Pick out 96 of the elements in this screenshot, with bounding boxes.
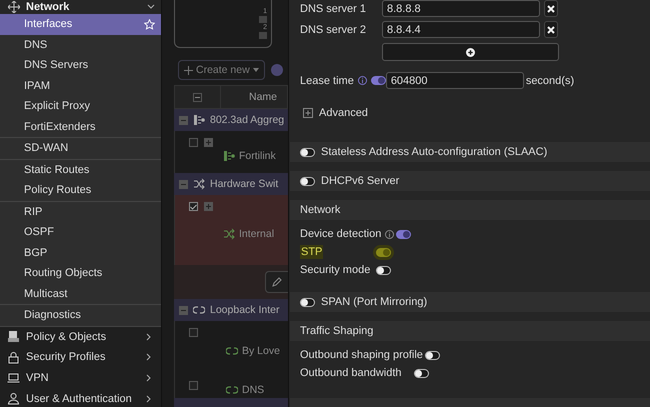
port-icon — [259, 16, 267, 23]
row-checkbox[interactable] — [189, 381, 198, 390]
sidebar-item[interactable]: RIP — [0, 202, 161, 222]
chevron-icon — [145, 374, 153, 382]
plus-icon — [184, 66, 193, 74]
sidebar-item[interactable]: OSPF — [0, 222, 161, 242]
group-label: Hardware Swit — [210, 178, 278, 190]
setting-label: STP — [300, 245, 324, 259]
toggle-switch[interactable] — [300, 148, 315, 156]
collapse-toggle[interactable] — [179, 306, 188, 314]
sidebar-item[interactable]: Diagnostics — [0, 305, 161, 326]
dns-server-field[interactable]: 8.8.8.8 — [382, 0, 540, 17]
padlock-icon — [7, 350, 20, 364]
sidebar-item[interactable]: DNS — [0, 34, 161, 55]
sidebar-item[interactable]: DNS Servers — [0, 55, 161, 76]
interface-name[interactable]: Internal — [239, 228, 274, 240]
field-label: DNS server 2 — [300, 24, 368, 36]
expand-button[interactable] — [204, 202, 213, 211]
sidebar-item[interactable]: Policy Routes — [0, 180, 161, 200]
collapse-toggle[interactable] — [179, 180, 188, 188]
pencil-icon — [272, 277, 282, 287]
create-new-button[interactable]: Create new — [178, 60, 265, 80]
port-icon — [259, 32, 267, 39]
laptop-icon — [7, 371, 20, 384]
sidebar-item[interactable]: FortiExtenders — [0, 116, 161, 137]
unit-label: second(s) — [526, 74, 574, 86]
setting-label: Device detection — [300, 228, 382, 240]
user-icon — [7, 392, 20, 406]
row-checkbox[interactable] — [189, 138, 198, 147]
sidebar-item[interactable]: Static Routes — [0, 160, 161, 180]
plus-circle-icon — [466, 48, 475, 56]
chevron-icon — [145, 353, 153, 362]
shuffle-icon — [223, 228, 235, 240]
sidebar-item[interactable]: Explicit Proxy — [0, 96, 161, 116]
add-button[interactable] — [382, 43, 559, 61]
sidebar-item[interactable]: IPAM — [0, 76, 161, 96]
lease-time-field[interactable]: 604800 — [386, 72, 524, 89]
toggle-switch[interactable] — [414, 368, 429, 378]
group-label: Loopback Inter — [210, 304, 280, 316]
section-header: Network — [290, 200, 650, 220]
dns-server-field[interactable]: 8.8.4.4 — [382, 21, 540, 38]
section-header: Traffic Shaping — [290, 321, 650, 341]
row-checkbox[interactable] — [189, 202, 198, 211]
caret-icon — [252, 68, 259, 72]
table-row[interactable]: Internal — [174, 195, 288, 265]
move-arrows-icon — [8, 1, 20, 13]
edit-button[interactable] — [265, 271, 288, 293]
remove-button[interactable] — [544, 21, 558, 38]
interface-name[interactable]: Fortilink — [239, 150, 276, 162]
circle-button[interactable] — [270, 64, 283, 76]
advanced-toggle[interactable]: Advanced — [290, 89, 650, 120]
toggle-switch[interactable] — [370, 76, 386, 85]
sidebar-item[interactable]: Multicast — [0, 284, 161, 304]
toggle-switch[interactable] — [300, 176, 315, 186]
link-icon — [226, 345, 238, 357]
sidebar-menu-item[interactable]: User & Authentication — [0, 388, 161, 407]
toggle-switch[interactable] — [376, 266, 391, 274]
setting-label: Outbound bandwidth — [300, 367, 402, 379]
close-icon — [547, 4, 555, 12]
sidebar-item[interactable]: SD-WAN — [0, 138, 161, 158]
field-label: DNS server 1 — [300, 2, 368, 14]
section-title: Stateless Address Auto-configuration (SLAAC) — [321, 146, 548, 158]
link-icon — [226, 384, 238, 396]
row-checkbox[interactable] — [189, 328, 198, 337]
section-title: SPAN (Port Mirroring) — [321, 296, 428, 308]
sidebar-menu-item[interactable]: VPN — [0, 368, 161, 388]
remove-button[interactable] — [544, 0, 558, 17]
sidebar-menu-item[interactable]: Security Profiles — [0, 347, 161, 368]
setting-label: Outbound shaping profile — [300, 349, 423, 361]
info-icon[interactable] — [385, 230, 394, 238]
link-icon — [193, 304, 205, 316]
aggregate-icon — [193, 114, 205, 126]
close-icon — [547, 26, 555, 34]
select-all-checkbox[interactable] — [193, 92, 202, 102]
sidebar-item[interactable]: Interfaces — [0, 14, 161, 34]
info-icon[interactable] — [358, 76, 367, 85]
toggle-switch[interactable] — [424, 350, 440, 360]
group-label: 802.3ad Aggreg — [210, 114, 284, 126]
field-label: Lease time — [300, 74, 354, 86]
section-title: DHCPv6 Server — [321, 175, 400, 187]
star-icon[interactable] — [144, 18, 155, 30]
interface-name[interactable]: By Love — [242, 345, 280, 357]
document-icon — [7, 330, 20, 344]
sidebar-menu-item[interactable]: Policy & Objects — [0, 326, 161, 348]
shuffle-icon — [193, 178, 205, 190]
chevron-icon — [145, 394, 153, 403]
toggle-switch[interactable] — [300, 298, 315, 306]
aggregate-icon — [223, 150, 235, 162]
sidebar-item[interactable]: Routing Objects — [0, 263, 161, 284]
setting-label: Security mode — [300, 264, 370, 276]
interface-name[interactable]: DNS — [242, 384, 264, 396]
collapse-toggle[interactable] — [179, 116, 188, 124]
chevron-icon — [145, 332, 153, 341]
expand-button[interactable] — [204, 138, 213, 147]
sidebar-item[interactable]: BGP — [0, 242, 161, 263]
toggle-switch[interactable] — [396, 230, 412, 238]
